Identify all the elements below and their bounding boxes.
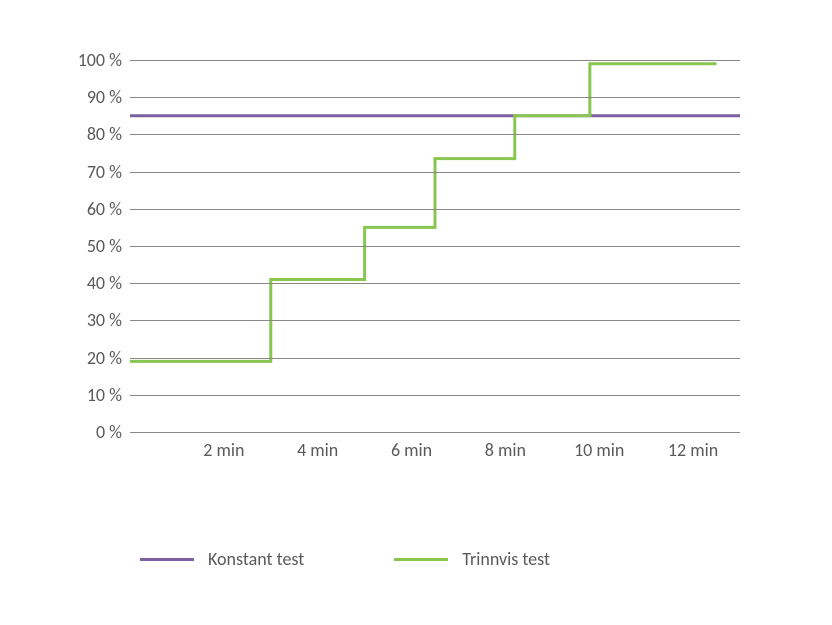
x-axis-tick: 6 min [387, 432, 437, 462]
gridline [130, 60, 740, 61]
y-axis-tick: 100 % [78, 49, 130, 71]
gridline [130, 97, 740, 98]
gridline [130, 246, 740, 247]
gridline [130, 395, 740, 396]
y-axis-tick: 10 % [87, 384, 130, 406]
y-axis-tick: 50 % [87, 235, 130, 257]
gridline [130, 358, 740, 359]
y-axis-tick: 70 % [87, 161, 130, 183]
y-axis-tick: 60 % [87, 198, 130, 220]
legend-swatch [394, 558, 448, 561]
y-axis-tick: 20 % [87, 347, 130, 369]
plot-area: 0 %10 %20 %30 %40 %50 %60 %70 %80 %90 %1… [130, 60, 740, 433]
x-axis-tick: 4 min [293, 432, 343, 462]
y-axis-tick: 80 % [87, 123, 130, 145]
gridline [130, 134, 740, 135]
gridline [130, 320, 740, 321]
x-axis-tick: 10 min [569, 432, 629, 462]
y-axis-tick: 90 % [87, 86, 130, 108]
legend-label: Konstant test [208, 548, 304, 570]
chart-container: 0 % 10 % 20 % 30 % 40 % 50 % 60 % 70 % 80 % 90 % 1… [0, 0, 832, 625]
gridline [130, 283, 740, 284]
legend-swatch [140, 558, 194, 561]
legend: Konstant test Trinnvis test [140, 548, 610, 570]
series-trinnvis [130, 64, 717, 362]
gridline [130, 172, 740, 173]
x-axis-tick: 12 min [663, 432, 723, 462]
y-axis-tick: 0 % [96, 421, 130, 443]
x-axis-tick: 2 min [199, 432, 249, 462]
y-axis-tick: 40 % [87, 272, 130, 294]
legend-label: Trinnvis test [462, 548, 550, 570]
legend-item: Trinnvis test [394, 548, 610, 570]
x-axis-tick: 8 min [480, 432, 530, 462]
legend-item: Konstant test [140, 548, 364, 570]
y-axis-tick: 30 % [87, 309, 130, 331]
gridline [130, 209, 740, 210]
